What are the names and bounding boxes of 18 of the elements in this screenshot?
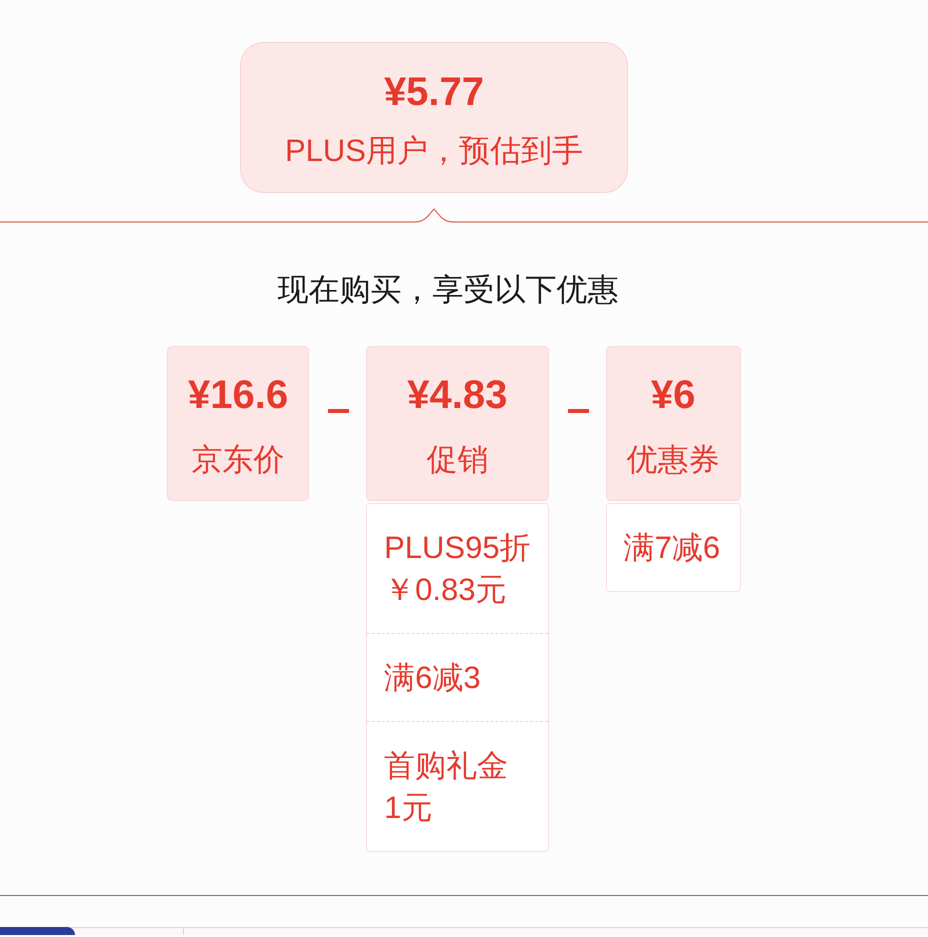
discount-name: 满7减6: [624, 529, 720, 567]
discount-value: 1元: [384, 789, 432, 827]
price-amount: ¥16.6: [188, 372, 288, 419]
discount-value: ￥0.83元: [384, 571, 506, 609]
minus-icon: [328, 409, 350, 413]
discount-name: PLUS95折: [384, 529, 531, 567]
offers-heading: 现在购买，享受以下优惠: [276, 271, 620, 309]
price-amount: ¥4.83: [407, 372, 508, 419]
bottom-tab[interactable]: [0, 927, 75, 935]
price-label: 京东价: [192, 441, 285, 479]
discount-name: 满6减3: [384, 659, 481, 697]
estimated-price: ¥5.77: [384, 69, 484, 116]
price-amount: ¥6: [650, 372, 696, 419]
price-label: 优惠券: [626, 441, 720, 479]
price-label: 促销: [426, 441, 488, 479]
minus-icon: [568, 409, 589, 413]
estimate-caption: PLUS用户，预估到手: [285, 132, 583, 170]
discount-name: 首购礼金: [384, 747, 508, 785]
